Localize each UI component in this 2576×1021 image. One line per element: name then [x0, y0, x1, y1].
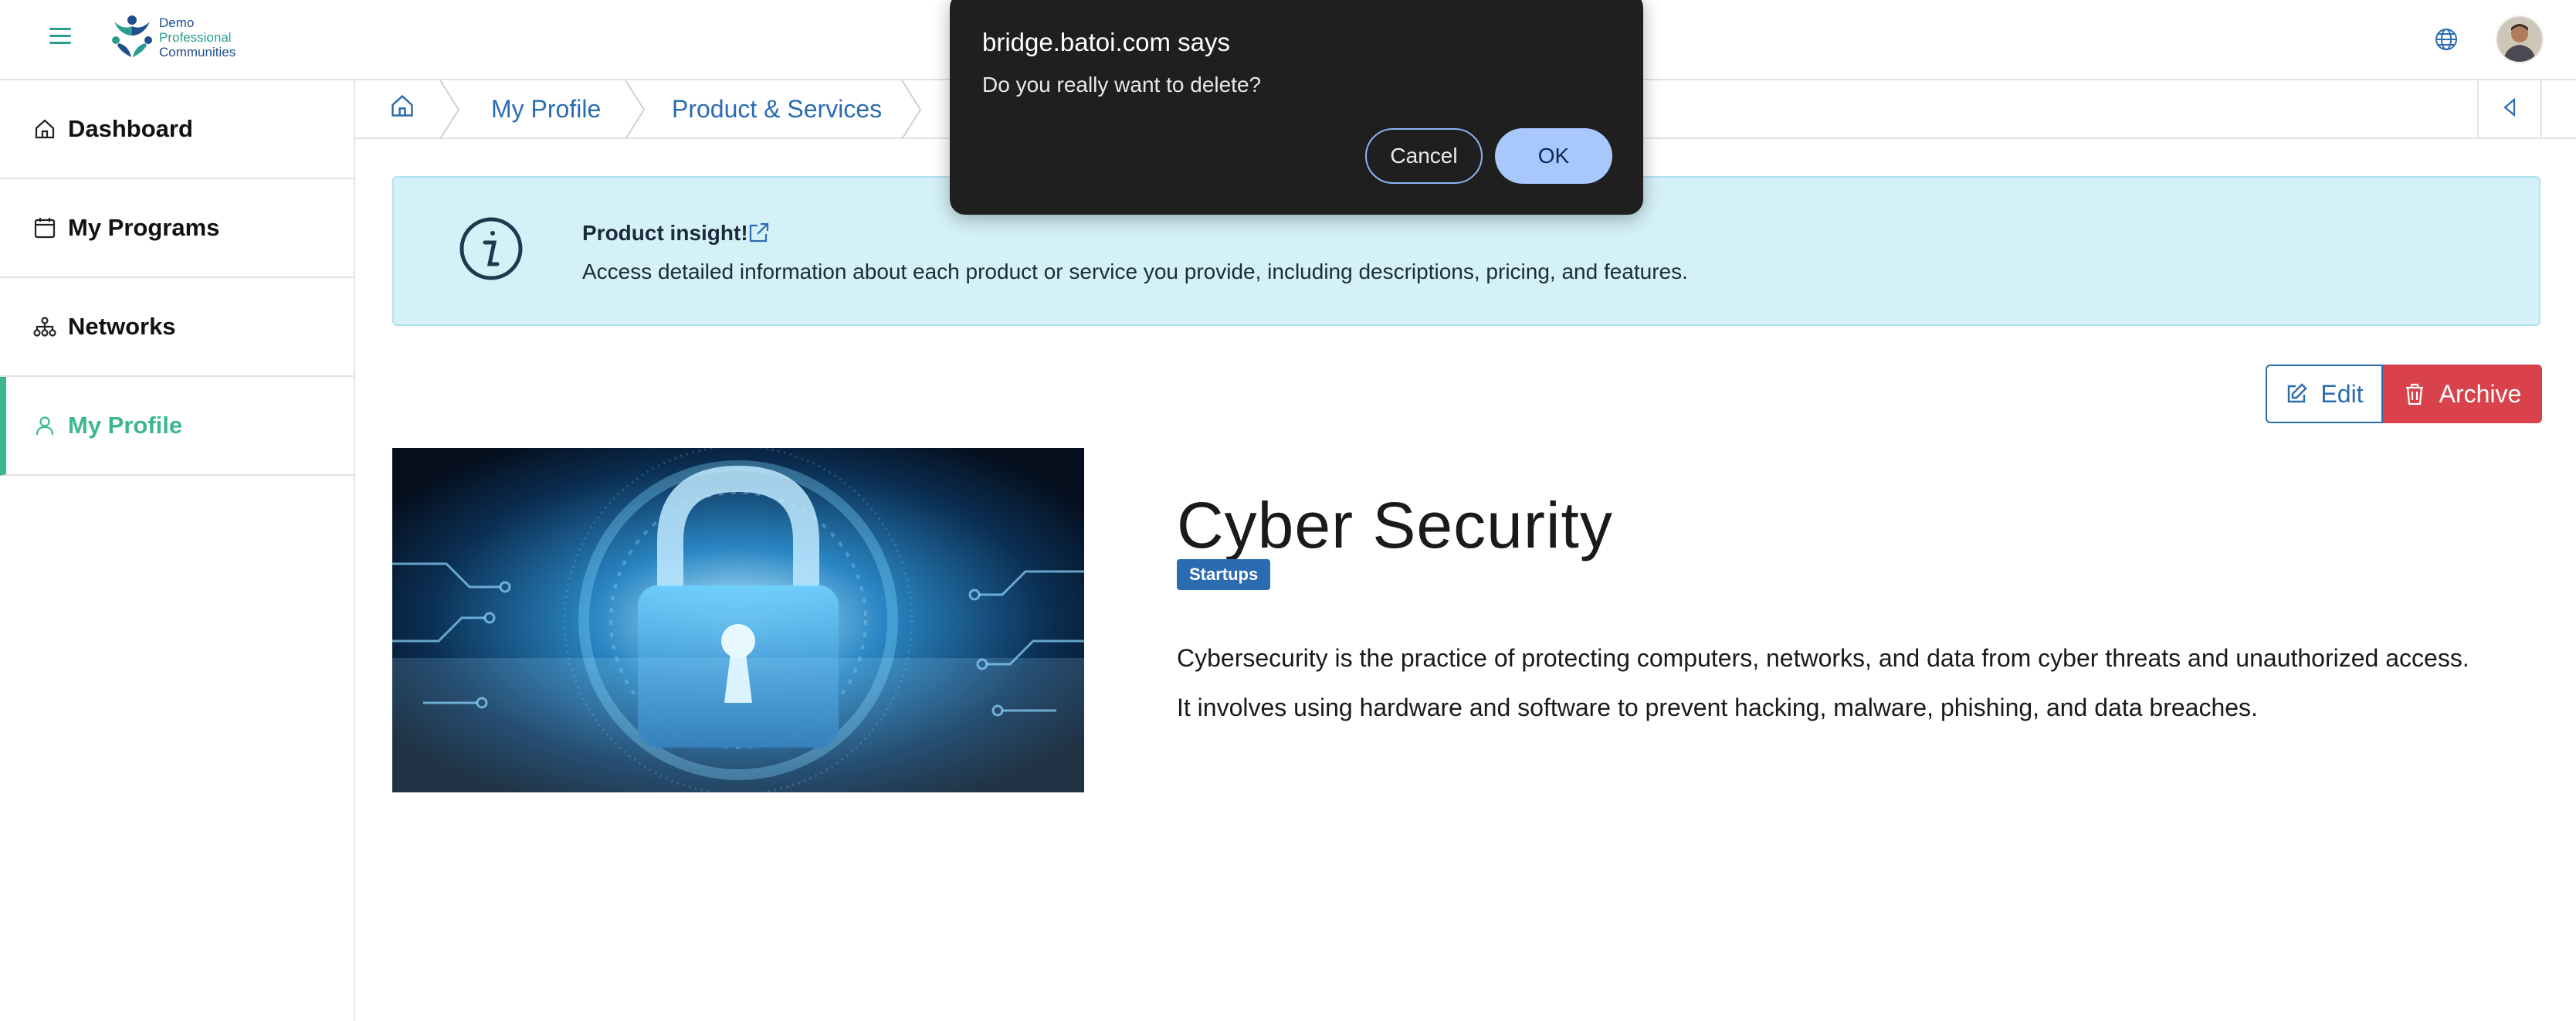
product-title: Cyber Security: [1177, 489, 1613, 562]
sidebar-item-my-programs[interactable]: My Programs: [0, 179, 354, 278]
sidebar-item-dashboard[interactable]: Dashboard: [0, 80, 354, 179]
logo-text: Demo Professional Communities: [159, 15, 236, 59]
edit-button[interactable]: Edit: [2266, 365, 2383, 423]
alert-title: Product insight!: [582, 221, 748, 245]
edit-button-label: Edit: [2320, 379, 2364, 408]
globe-icon[interactable]: [2434, 27, 2459, 52]
breadcrumb-separator-icon: [625, 80, 646, 139]
tag-badge: Startups: [1177, 559, 1271, 590]
home-icon: [32, 117, 57, 141]
cancel-button[interactable]: Cancel: [1365, 128, 1483, 184]
breadcrumb-item-my-profile[interactable]: My Profile: [491, 80, 601, 137]
sidebar-item-networks[interactable]: Networks: [0, 278, 354, 377]
menu-toggle-icon[interactable]: [49, 28, 71, 46]
info-icon: [459, 216, 524, 281]
trash-icon: [2404, 382, 2427, 405]
logo[interactable]: Demo Professional Communities: [108, 12, 239, 63]
user-icon: [32, 413, 57, 438]
ok-button[interactable]: OK: [1495, 128, 1612, 184]
user-avatar[interactable]: [2496, 15, 2544, 63]
archive-button-label: Archive: [2439, 379, 2522, 408]
sidebar-item-my-profile[interactable]: My Profile: [0, 377, 354, 476]
archive-button[interactable]: Archive: [2383, 365, 2542, 423]
sidebar-item-label: My Programs: [68, 214, 220, 241]
product-image: [392, 448, 1084, 792]
network-icon: [32, 314, 57, 339]
product-description: Cybersecurity is the practice of protect…: [1177, 644, 2469, 721]
caret-left-icon: [2502, 97, 2517, 120]
breadcrumb-home[interactable]: [389, 80, 415, 137]
sidebar: Dashboard My Programs Networks My Profil…: [0, 80, 355, 1021]
sidebar-item-label: Networks: [68, 313, 176, 340]
sidebar-item-label: Dashboard: [68, 115, 193, 142]
logo-mark-icon: [112, 15, 152, 57]
calendar-icon: [32, 215, 57, 240]
collapse-panel-button[interactable]: [2477, 80, 2542, 137]
padlock-image: [392, 448, 1084, 792]
sidebar-item-label: My Profile: [68, 412, 183, 439]
edit-icon: [2285, 382, 2308, 405]
external-link-icon[interactable]: [747, 221, 771, 244]
dialog-message: Do you really want to delete?: [982, 73, 1262, 97]
breadcrumb-item-products[interactable]: Product & Services: [672, 80, 882, 137]
dialog-title: bridge.batoi.com says: [982, 28, 1230, 56]
confirm-dialog: bridge.batoi.com says Do you really want…: [950, 0, 1643, 215]
breadcrumb-separator-icon: [439, 80, 460, 139]
home-icon: [389, 93, 415, 125]
alert-description: Access detailed information about each p…: [582, 259, 1688, 283]
breadcrumb-separator-icon: [901, 80, 922, 139]
